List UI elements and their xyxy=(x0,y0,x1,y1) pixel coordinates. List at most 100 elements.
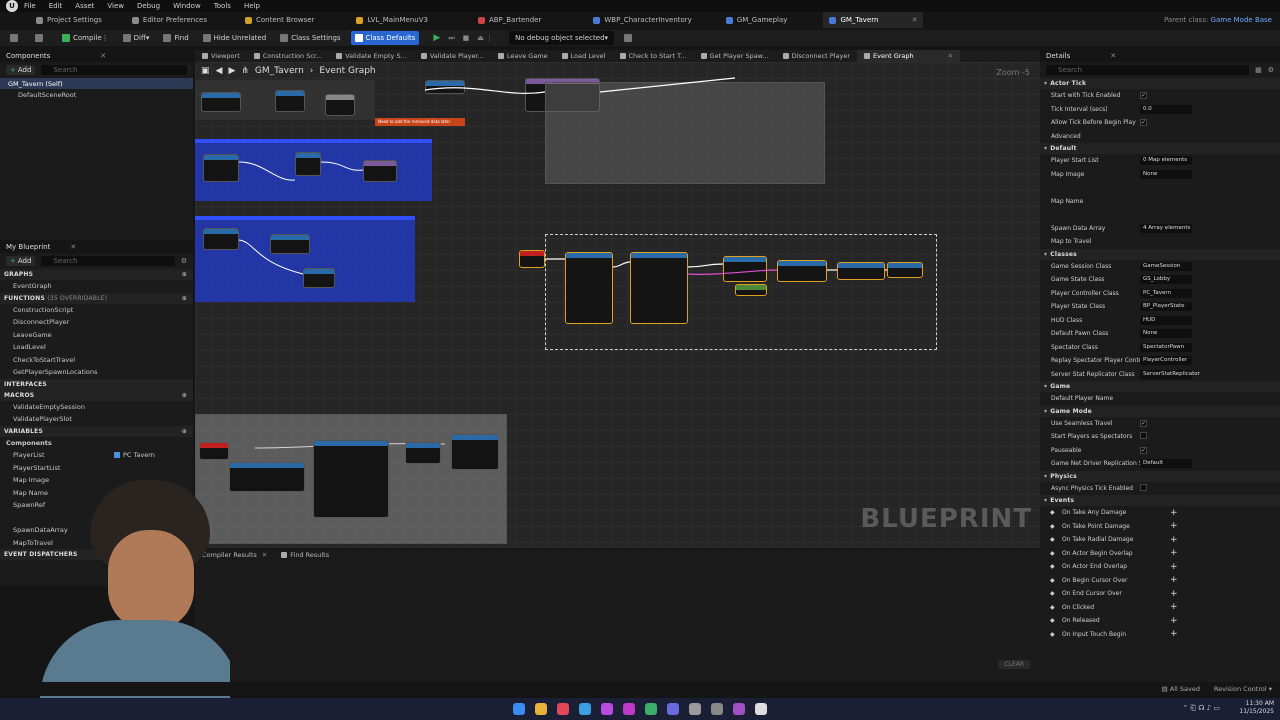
app-icon[interactable] xyxy=(711,703,723,715)
app-icon[interactable] xyxy=(645,703,657,715)
revision-control-button[interactable]: Revision Control ▾ xyxy=(1214,685,1272,693)
graph-tab-event-graph[interactable]: Event Graph ✕ xyxy=(857,50,961,62)
variable-type[interactable]: PC Tavern xyxy=(114,451,155,459)
menu-asset[interactable]: Asset xyxy=(75,2,94,10)
property-value[interactable]: GameSession xyxy=(1140,261,1192,271)
property-value[interactable]: None xyxy=(1140,169,1192,179)
property-value[interactable]: PC_Tavern xyxy=(1140,288,1192,298)
clear-button[interactable]: CLEAR xyxy=(998,660,1030,669)
property-value[interactable]: Default xyxy=(1140,459,1192,469)
interfaces-section[interactable]: INTERFACES xyxy=(0,378,193,390)
eject-button[interactable]: ⏏ ⋮ xyxy=(473,31,497,45)
debug-options-icon[interactable] xyxy=(620,31,639,45)
parent-class-value[interactable]: Game Mode Base xyxy=(1211,16,1272,24)
add-event-button[interactable]: + xyxy=(1170,575,1178,585)
graph-tab-disconnect[interactable]: Disconnect Player xyxy=(776,50,857,62)
doc-tab-lvl-mainmenu[interactable]: LVL_MainMenuV3 xyxy=(350,12,434,28)
graph-node[interactable] xyxy=(451,434,499,470)
graph-tab-validate-empty[interactable]: Validate Empty S... xyxy=(329,50,414,62)
checkbox[interactable]: ✓ xyxy=(1140,446,1147,454)
class-settings-button[interactable]: Class Settings xyxy=(276,31,344,45)
property-value[interactable]: None xyxy=(1140,329,1192,339)
close-icon[interactable]: ✕ xyxy=(70,243,76,251)
checkbox[interactable]: ✓ xyxy=(1140,119,1147,127)
property-value[interactable]: 0 Map elements xyxy=(1140,156,1192,166)
checkbox[interactable]: ✓ xyxy=(1140,92,1147,100)
graphs-section[interactable]: GRAPHS ⊕ xyxy=(0,269,193,280)
close-icon[interactable]: ✕ xyxy=(262,551,267,559)
details-section[interactable]: ▾ Physics xyxy=(1040,470,1280,482)
unreal-icon[interactable] xyxy=(755,703,767,715)
macros-section[interactable]: MACROS ⊕ xyxy=(0,389,193,401)
add-event-button[interactable]: + xyxy=(1170,602,1178,612)
app-icon[interactable] xyxy=(623,703,635,715)
doc-tab-abp-bartender[interactable]: ABP_Bartender xyxy=(472,12,547,28)
add-event-button[interactable]: + xyxy=(1170,521,1178,531)
variable-item[interactable]: PlayerList PC Tavern xyxy=(0,449,193,462)
graph-tab-load-level[interactable]: Load Level xyxy=(555,50,613,62)
graph-node[interactable] xyxy=(405,442,441,464)
unreal-logo-icon[interactable]: U xyxy=(6,0,18,12)
variable-category[interactable]: Components xyxy=(0,437,193,450)
system-tray[interactable]: ⌃ ⎗ ☊ ♪ ▭ xyxy=(1182,704,1220,713)
browser-icon[interactable] xyxy=(579,703,591,715)
add-event-button[interactable]: + xyxy=(1170,616,1178,626)
all-saved-status[interactable]: ▤ All Saved xyxy=(1162,685,1200,693)
components-search-input[interactable]: Search xyxy=(41,65,187,75)
macro-item[interactable]: ValidatePlayerSlot xyxy=(0,413,193,426)
hide-unrelated-button[interactable]: Hide Unrelated xyxy=(199,31,271,45)
details-section[interactable]: ▾ Events xyxy=(1040,495,1280,506)
menu-edit[interactable]: Edit xyxy=(49,2,63,10)
find-results-tab[interactable]: Find Results xyxy=(274,549,336,561)
menu-file[interactable]: File xyxy=(24,2,36,10)
component-item-root[interactable]: DefaultSceneRoot xyxy=(0,89,193,100)
property-value[interactable]: 4 Array elements xyxy=(1140,223,1192,233)
property-value[interactable]: HUD xyxy=(1140,315,1192,325)
property-value[interactable]: SpectatorPawn xyxy=(1140,342,1192,352)
add-icon[interactable]: ⊕ xyxy=(182,271,187,278)
details-section[interactable]: ▾ Default xyxy=(1040,143,1280,154)
play-button[interactable]: ▶ xyxy=(429,31,444,45)
checkbox[interactable] xyxy=(1140,432,1147,440)
event-graph-canvas[interactable]: ▣ ◀ ▶ ⋔ GM_Tavern › Event Graph Zoom -5 … xyxy=(195,62,1040,548)
menu-window[interactable]: Window xyxy=(173,2,201,10)
doc-tab-content-browser[interactable]: Content Browser xyxy=(239,12,320,28)
find-button[interactable]: Find xyxy=(159,31,192,45)
component-item-self[interactable]: GM_Tavern (Self) xyxy=(0,78,193,89)
graph-tab-construction[interactable]: Construction Scr... xyxy=(247,50,329,62)
step-button[interactable]: ⏭ xyxy=(444,31,458,45)
add-component-button[interactable]: + Add xyxy=(6,65,36,75)
doc-tab-gm-tavern[interactable]: GM_Tavern ✕ xyxy=(823,12,924,28)
close-icon[interactable]: ✕ xyxy=(100,52,106,60)
add-event-button[interactable]: + xyxy=(1170,548,1178,558)
discord-icon[interactable] xyxy=(667,703,679,715)
details-section[interactable]: ▾ Classes xyxy=(1040,248,1280,260)
graph-node[interactable] xyxy=(199,442,229,460)
doc-tab-gm-gameplay[interactable]: GM_Gameplay xyxy=(720,12,794,28)
browse-icon[interactable] xyxy=(31,31,50,45)
functions-section[interactable]: FUNCTIONS (35 OVERRIDABLE) ⊕ xyxy=(0,292,193,304)
checkbox[interactable]: ✓ xyxy=(1140,419,1147,427)
gear-icon[interactable]: ⚙ xyxy=(181,257,187,265)
property-value[interactable]: PlayerController xyxy=(1140,356,1192,366)
property-value[interactable]: ServerStatReplicator xyxy=(1140,369,1200,379)
add-icon[interactable]: ⊕ xyxy=(182,392,187,399)
close-icon[interactable]: ✕ xyxy=(1110,52,1116,60)
menu-help[interactable]: Help xyxy=(244,2,260,10)
function-item[interactable]: ConstructionScript xyxy=(0,304,193,317)
close-icon[interactable]: ✕ xyxy=(912,16,918,24)
add-event-button[interactable]: + xyxy=(1170,508,1178,518)
clock[interactable]: 11:30 AM 11/15/2025 xyxy=(1239,700,1274,716)
graph-item-eventgraph[interactable]: EventGraph xyxy=(0,280,193,293)
menu-debug[interactable]: Debug xyxy=(137,2,160,10)
checkbox[interactable] xyxy=(1140,483,1147,491)
app-icon[interactable] xyxy=(733,703,745,715)
add-event-button[interactable]: + xyxy=(1170,562,1178,572)
function-item[interactable]: DisconnectPlayer xyxy=(0,316,193,329)
details-section[interactable]: ▾ Game Mode xyxy=(1040,405,1280,417)
grid-icon[interactable]: ▦ xyxy=(1255,66,1262,74)
graph-tab-leave-game[interactable]: Leave Game xyxy=(491,50,555,62)
doc-tab-wbp-inventory[interactable]: WBP_CharacterInventory xyxy=(587,12,697,28)
function-item[interactable]: GetPlayerSpawnLocations xyxy=(0,366,193,379)
graph-tab-validate-player[interactable]: Validate Player... xyxy=(414,50,491,62)
